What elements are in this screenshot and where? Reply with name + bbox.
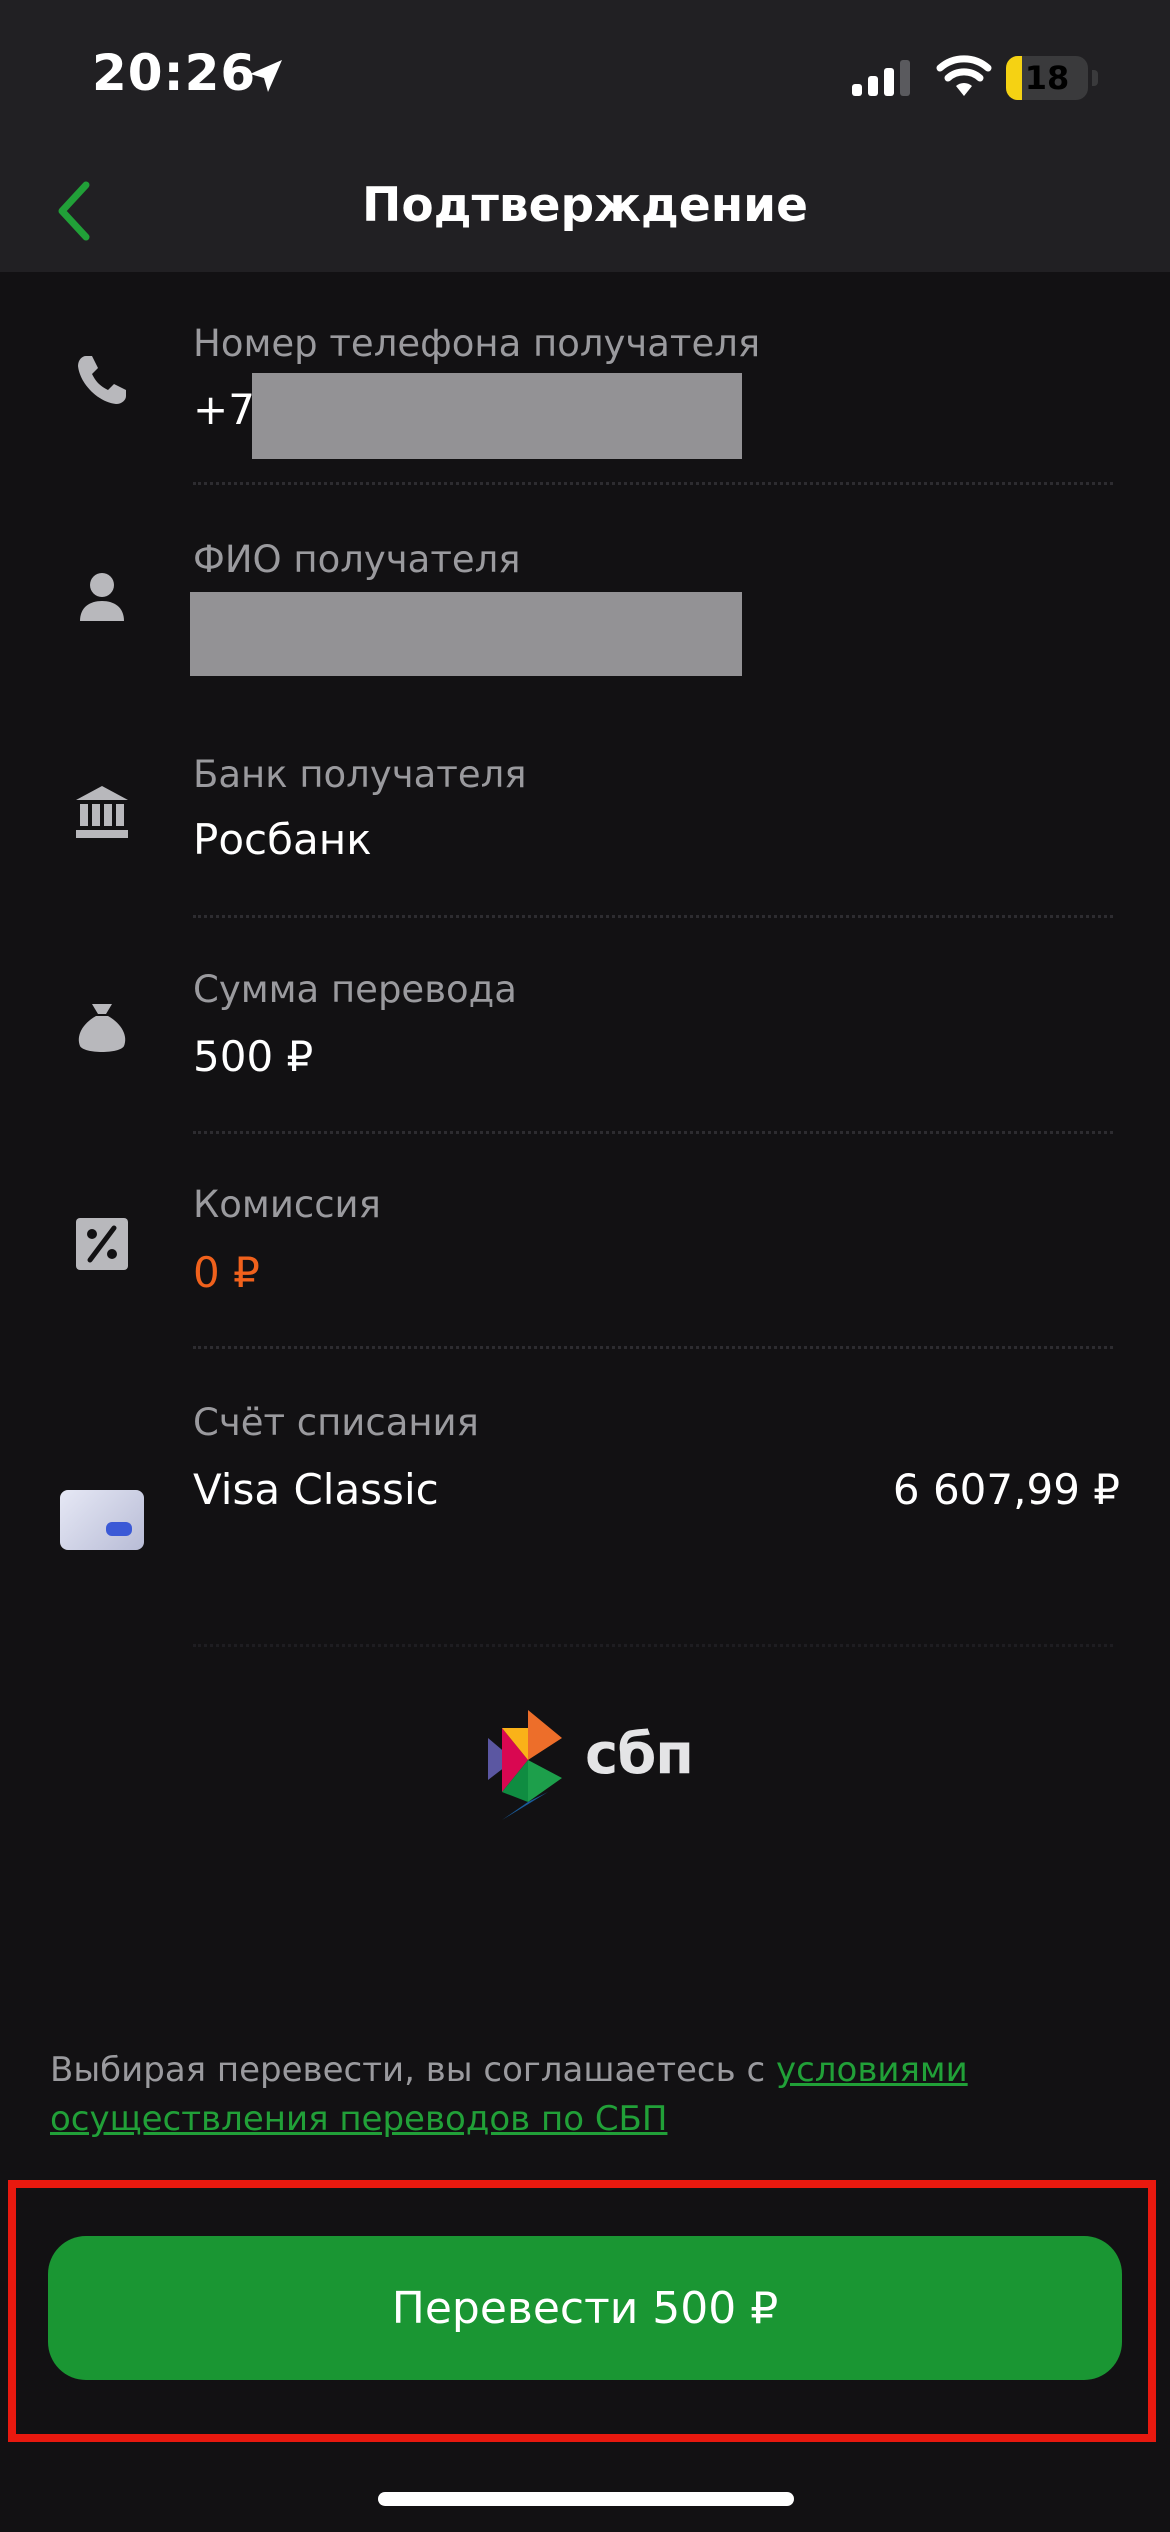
money-bag-icon <box>78 1004 126 1052</box>
amount-label: Сумма перевода <box>193 968 517 1011</box>
signal-icon <box>852 60 910 96</box>
divider <box>193 482 1113 485</box>
battery-icon: 18 <box>1006 56 1088 100</box>
terms-prefix: Выбирая перевести, вы соглашаетесь с <box>50 2050 776 2090</box>
percent-icon <box>76 1218 128 1270</box>
battery-level: 18 <box>1024 59 1070 97</box>
commission-label: Комиссия <box>193 1183 381 1226</box>
person-icon <box>80 573 124 621</box>
debit-account-label: Счёт списания <box>193 1401 479 1444</box>
recipient-phone-label: Номер телефона получателя <box>193 322 761 365</box>
debit-account-value: Visa Classic <box>193 1465 439 1514</box>
recipient-name-label: ФИО получателя <box>193 538 521 581</box>
divider <box>193 1644 1113 1647</box>
phone-icon <box>78 356 126 404</box>
divider <box>193 915 1113 918</box>
transfer-button[interactable]: Перевести 500 ₽ <box>48 2236 1122 2380</box>
home-indicator[interactable] <box>378 2492 794 2506</box>
divider <box>193 1131 1113 1134</box>
terms-text: Выбирая перевести, вы соглашаетесь с усл… <box>50 2046 1120 2144</box>
status-time: 20:26 <box>92 44 257 102</box>
recipient-phone-prefix: +7 <box>193 385 255 434</box>
recipient-bank-label: Банк получателя <box>193 753 527 796</box>
location-arrow-icon <box>250 60 282 92</box>
amount-value: 500 ₽ <box>193 1032 314 1081</box>
card-icon <box>60 1490 144 1550</box>
redacted-phone <box>252 373 742 459</box>
sbp-logo-icon <box>488 1710 562 1820</box>
commission-value: 0 ₽ <box>193 1248 260 1297</box>
recipient-bank-value: Росбанк <box>193 815 372 864</box>
sbp-logo-text: сбп <box>585 1722 694 1787</box>
divider <box>193 1346 1113 1349</box>
page-title: Подтверждение <box>362 178 808 233</box>
account-balance: 6 607,99 ₽ <box>892 1465 1120 1514</box>
divider <box>193 700 1113 703</box>
redacted-name <box>190 592 742 676</box>
battery-tip <box>1092 70 1098 86</box>
bank-icon <box>76 786 128 838</box>
top-bar: 20:26 18 Подтверждение <box>0 0 1170 272</box>
wifi-icon <box>936 55 992 96</box>
